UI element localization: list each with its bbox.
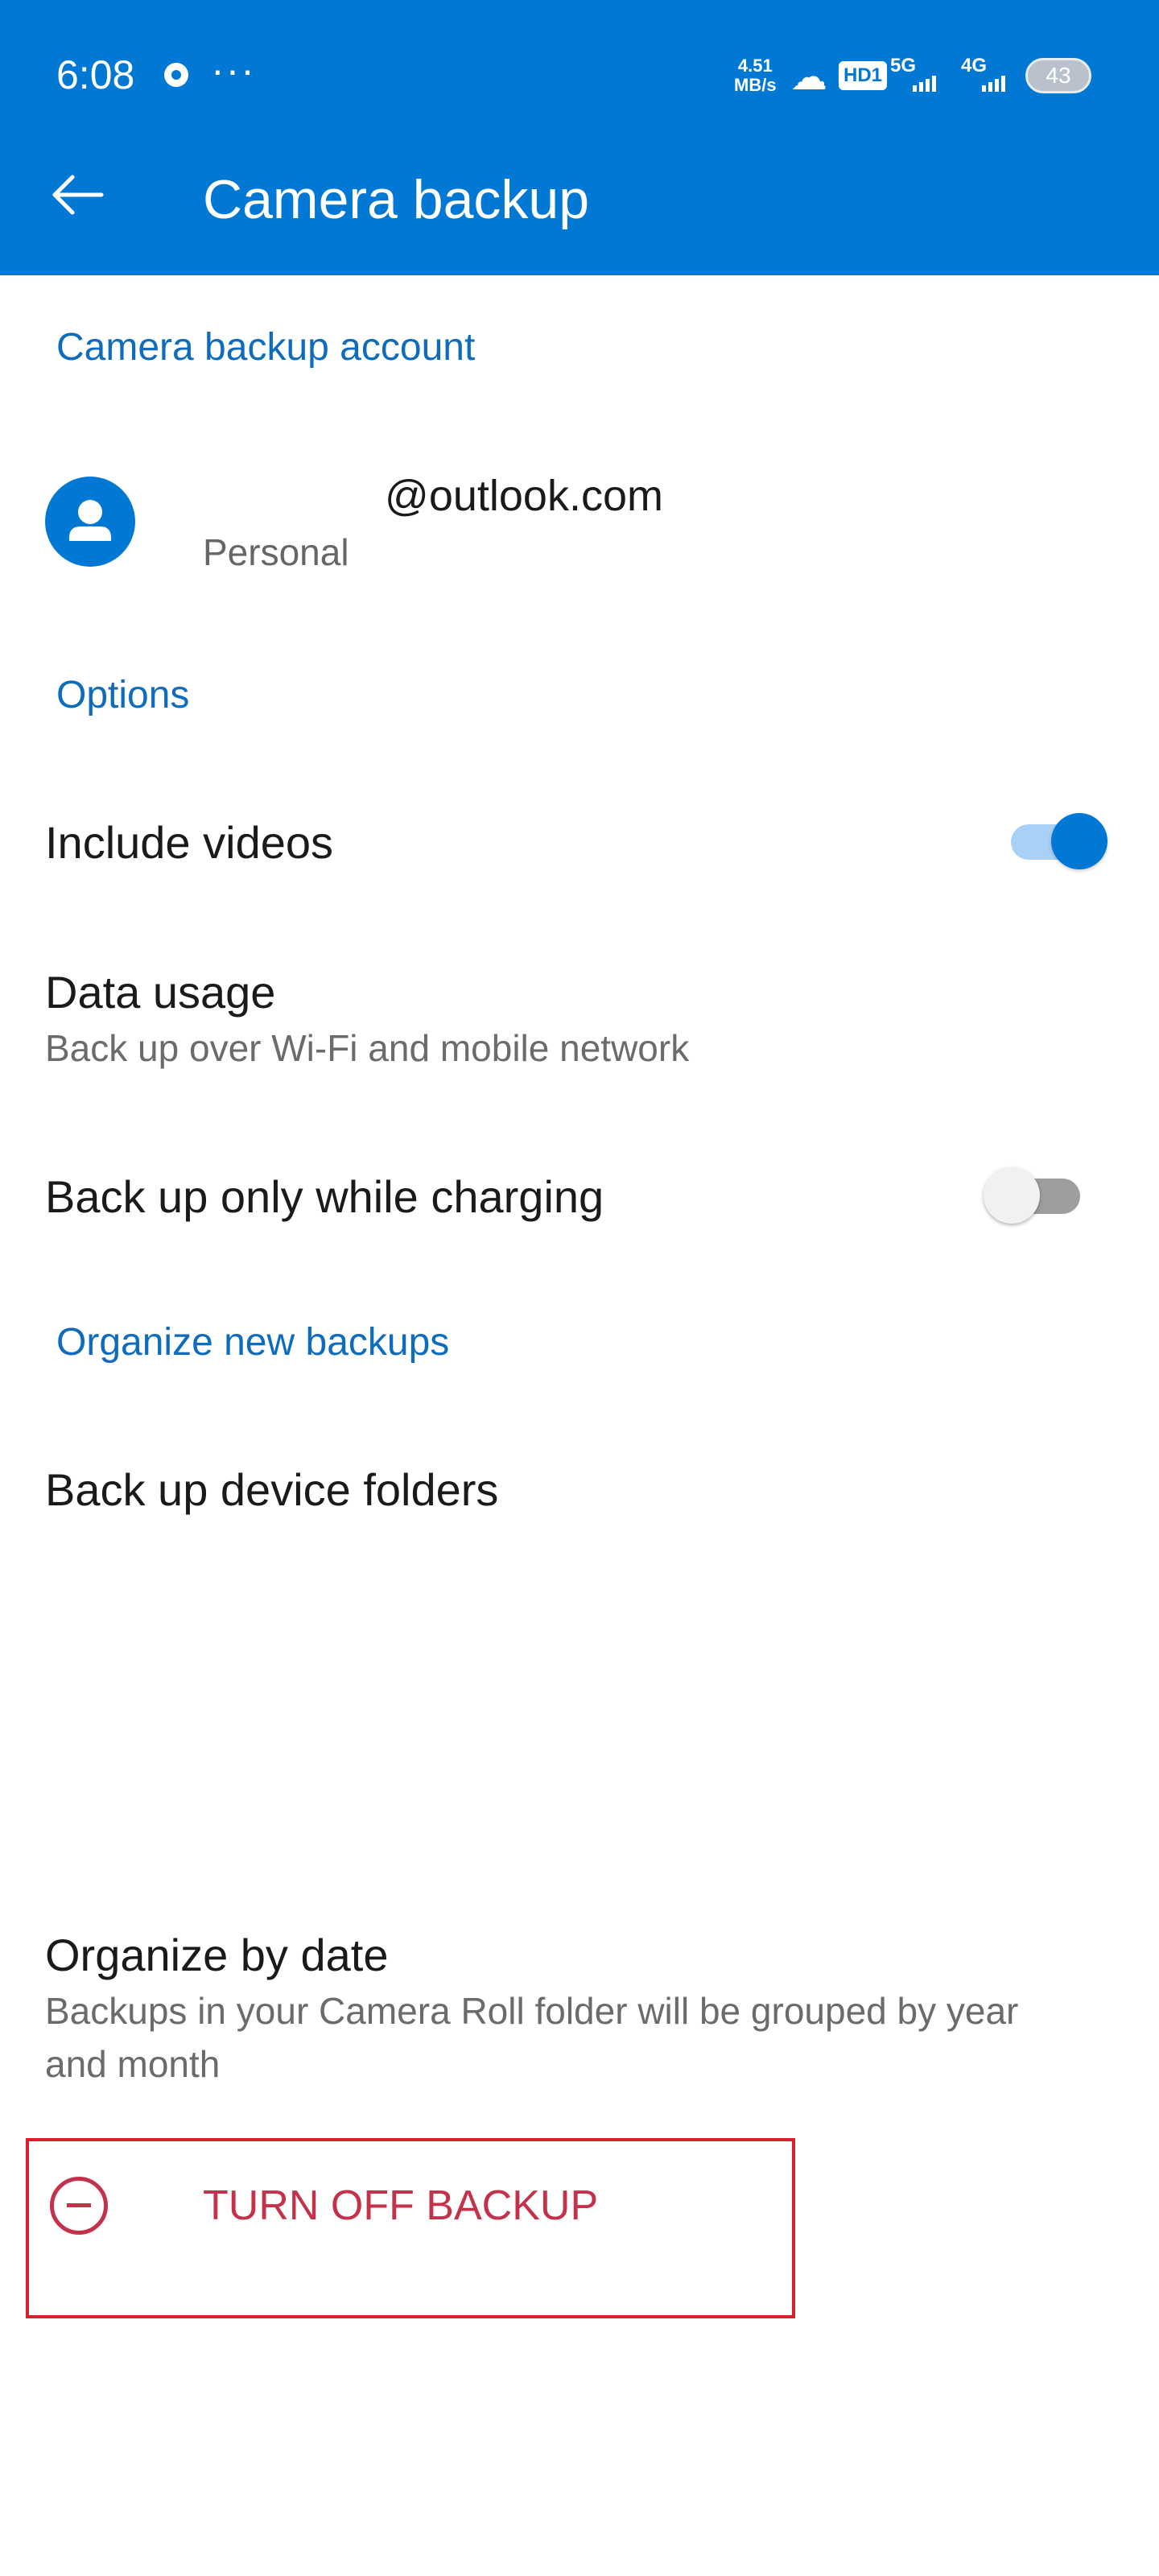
- network-speed-unit: MB/s: [734, 75, 777, 95]
- charging-toggle[interactable]: [984, 1162, 1088, 1227]
- section-header-options: Options: [56, 674, 190, 716]
- section-header-account: Camera backup account: [56, 326, 476, 369]
- include-videos-toggle[interactable]: [1003, 808, 1107, 873]
- signal-5g-icon: [913, 68, 936, 92]
- organize-by-date-description-line2: and month: [45, 2043, 221, 2085]
- account-type: Personal: [203, 531, 349, 573]
- person-icon[interactable]: [45, 477, 135, 567]
- hd-badge: HD1: [839, 61, 888, 90]
- minus-circle-icon[interactable]: [50, 2177, 108, 2235]
- status-time: 6:08: [56, 52, 135, 97]
- organize-by-date-description-line1: Backups in your Camera Roll folder will …: [45, 1990, 1019, 2032]
- signal-4g-icon: [982, 68, 1005, 92]
- include-videos-label[interactable]: Include videos: [45, 815, 333, 871]
- status-more-icon: ···: [211, 47, 256, 93]
- toggle-thumb: [984, 1167, 1040, 1224]
- charging-label[interactable]: Back up only while charging: [45, 1169, 604, 1225]
- toggle-thumb: [1051, 813, 1107, 869]
- data-usage-label[interactable]: Data usage: [45, 964, 275, 1021]
- cloud-icon: ☁: [790, 56, 827, 97]
- data-usage-value: Back up over Wi-Fi and mobile network: [45, 1027, 690, 1069]
- app-header: 6:08 ··· 4.51 MB/s ☁ HD1 5G 4G 43 Camera…: [0, 0, 1159, 275]
- section-header-organize: Organize new backups: [56, 1321, 450, 1364]
- organize-by-date-label[interactable]: Organize by date: [45, 1927, 388, 1984]
- back-up-device-folders[interactable]: Back up device folders: [45, 1462, 498, 1518]
- page-title: Camera backup: [203, 169, 590, 230]
- network-speed: 4.51 MB/s: [734, 56, 777, 95]
- turn-off-backup-button[interactable]: TURN OFF BACKUP: [203, 2180, 598, 2231]
- back-arrow-icon[interactable]: [48, 166, 106, 224]
- battery-indicator: 43: [1025, 58, 1091, 93]
- notification-dot-icon: [164, 63, 188, 87]
- network-speed-value: 4.51: [737, 56, 773, 76]
- account-email[interactable]: @outlook.com: [385, 469, 663, 523]
